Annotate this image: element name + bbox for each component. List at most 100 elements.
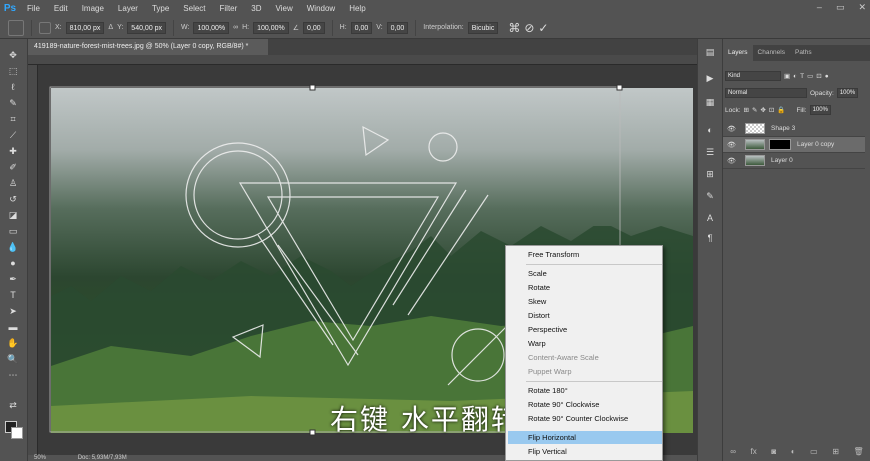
layer-row-layer-0[interactable]: 👁 Layer 0 (723, 153, 865, 169)
filter-pixel-icon[interactable]: ▣ (784, 72, 790, 80)
crop-tool-icon[interactable]: ⌗ (6, 113, 20, 125)
history-brush-tool-icon[interactable]: ↺ (6, 193, 20, 205)
new-group-icon[interactable]: ▭ (810, 447, 818, 459)
menu-3d[interactable]: 3D (244, 4, 268, 13)
visibility-eye-icon[interactable]: 👁 (727, 157, 737, 165)
menu-rotate-180[interactable]: Rotate 180° (528, 386, 568, 395)
opacity-input[interactable]: 100% (836, 88, 859, 98)
layer-row-shape-3[interactable]: 👁 Shape 3 (723, 121, 865, 137)
zoom-level[interactable]: 50% (34, 455, 46, 461)
swap-colors-icon[interactable]: ⇄ (6, 399, 20, 411)
brush-panel-icon[interactable]: ✎ (704, 191, 716, 203)
filter-shape-icon[interactable]: ▭ (807, 72, 813, 80)
eraser-tool-icon[interactable]: ◪ (6, 209, 20, 221)
menu-filter[interactable]: Filter (213, 4, 245, 13)
menu-scale[interactable]: Scale (528, 269, 547, 278)
y-input[interactable]: 540,00 px (127, 21, 167, 34)
menu-window[interactable]: Window (300, 4, 342, 13)
interpolation-select[interactable]: Bicubic (467, 21, 499, 34)
menu-flip-vertical[interactable]: Flip Vertical (528, 447, 567, 456)
close-icon[interactable]: ✕ (858, 2, 866, 13)
layer-style-icon[interactable]: fx (751, 447, 757, 459)
pen-tool-icon[interactable]: ✒ (6, 273, 20, 285)
filter-type-icon[interactable]: T (800, 73, 804, 80)
path-select-tool-icon[interactable]: ➤ (6, 305, 20, 317)
menu-rotate[interactable]: Rotate (528, 283, 550, 292)
healing-tool-icon[interactable]: ✚ (6, 145, 20, 157)
hskew-input[interactable]: 0,00 (350, 21, 373, 34)
menu-select[interactable]: Select (176, 4, 212, 13)
menu-warp[interactable]: Warp (528, 339, 546, 348)
link-icon[interactable]: ∞ (233, 24, 238, 31)
adjustments-panel-icon[interactable]: ◐ (704, 125, 716, 137)
angle-input[interactable]: 0,00 (303, 21, 325, 34)
type-tool-icon[interactable]: T (6, 289, 20, 301)
zoom-tool-icon[interactable]: 🔍 (6, 353, 20, 365)
more-tools-icon[interactable]: ⋯ (6, 369, 20, 381)
filter-adjust-icon[interactable]: ◐ (793, 73, 797, 80)
tab-layers[interactable]: Layers (723, 45, 753, 61)
adjustment-layer-icon[interactable]: ◐ (791, 447, 796, 459)
layer-row-layer-0-copy[interactable]: 👁 Layer 0 copy (723, 137, 865, 153)
new-layer-icon[interactable]: ⊞ (832, 447, 839, 459)
history-panel-icon[interactable]: ▤ (704, 47, 716, 59)
fill-input[interactable]: 100% (809, 105, 831, 115)
lock-position-icon[interactable]: ✥ (760, 106, 765, 114)
tab-channels[interactable]: Channels (753, 45, 790, 61)
menu-view[interactable]: View (269, 4, 300, 13)
background-color[interactable] (11, 427, 23, 439)
minimize-icon[interactable]: – (817, 2, 822, 13)
character-panel-icon[interactable]: A (704, 213, 716, 225)
delete-layer-icon[interactable]: 🗑 (854, 447, 864, 459)
maximize-icon[interactable]: ▭ (836, 2, 845, 13)
warp-icon[interactable]: ⌘ (508, 21, 520, 35)
actions-panel-icon[interactable]: ▶ (704, 73, 716, 85)
shape-tool-icon[interactable]: ▬ (6, 321, 20, 333)
blur-tool-icon[interactable]: 💧 (6, 241, 20, 253)
blend-mode-select[interactable]: Normal (725, 88, 807, 98)
menu-skew[interactable]: Skew (528, 297, 546, 306)
filter-toggle-icon[interactable]: ● (825, 73, 829, 80)
marquee-tool-icon[interactable]: ⬚ (6, 65, 20, 77)
tab-paths[interactable]: Paths (790, 45, 817, 61)
visibility-eye-icon[interactable]: 👁 (727, 141, 737, 149)
transform-tool-icon[interactable] (8, 19, 24, 36)
gradient-tool-icon[interactable]: ▭ (6, 225, 20, 237)
visibility-eye-icon[interactable]: 👁 (727, 125, 737, 133)
stamp-tool-icon[interactable]: ♙ (6, 177, 20, 189)
reference-point-icon[interactable] (39, 21, 51, 34)
libraries-panel-icon[interactable]: ⊞ (704, 169, 716, 181)
lock-pixels-icon[interactable]: ⊞ (744, 106, 749, 114)
layer-mask-thumbnail[interactable] (769, 139, 791, 150)
lock-all-icon[interactable]: 🔒 (777, 106, 785, 114)
dodge-tool-icon[interactable]: ● (6, 257, 20, 269)
document-tab[interactable]: 419189-nature-forest-mist-trees.jpg @ 50… (28, 39, 268, 55)
kind-filter-select[interactable]: Kind (725, 71, 781, 81)
add-mask-icon[interactable]: ◙ (771, 447, 776, 459)
menu-help[interactable]: Help (342, 4, 372, 13)
lock-image-icon[interactable]: ✎ (752, 106, 757, 114)
menu-free-transform[interactable]: Free Transform (528, 250, 579, 259)
menu-rotate-90-ccw[interactable]: Rotate 90° Counter Clockwise (528, 414, 628, 423)
menu-rotate-90-cw[interactable]: Rotate 90° Clockwise (528, 400, 599, 409)
w-input[interactable]: 100,00% (193, 21, 230, 34)
properties-panel-icon[interactable]: ☰ (704, 147, 716, 159)
cancel-icon[interactable]: ⊘ (524, 21, 534, 35)
vskew-input[interactable]: 0,00 (386, 21, 409, 34)
lasso-tool-icon[interactable]: ℓ (6, 81, 20, 93)
menu-file[interactable]: File (20, 4, 47, 13)
menu-image[interactable]: Image (75, 4, 111, 13)
move-tool-icon[interactable]: ✥ (6, 49, 20, 61)
menu-type[interactable]: Type (145, 4, 176, 13)
menu-flip-horizontal[interactable]: Flip Horizontal (528, 433, 576, 442)
lock-artboard-icon[interactable]: ⊡ (769, 106, 774, 114)
quick-select-tool-icon[interactable]: ✎ (6, 97, 20, 109)
menu-layer[interactable]: Layer (111, 4, 145, 13)
swatches-panel-icon[interactable]: ▦ (704, 97, 716, 109)
brush-tool-icon[interactable]: ✐ (6, 161, 20, 173)
paragraph-panel-icon[interactable]: ¶ (704, 233, 716, 245)
hand-tool-icon[interactable]: ✋ (6, 337, 20, 349)
menu-perspective[interactable]: Perspective (528, 325, 567, 334)
eyedropper-tool-icon[interactable]: ⟋ (6, 129, 20, 141)
commit-icon[interactable]: ✓ (538, 21, 548, 35)
